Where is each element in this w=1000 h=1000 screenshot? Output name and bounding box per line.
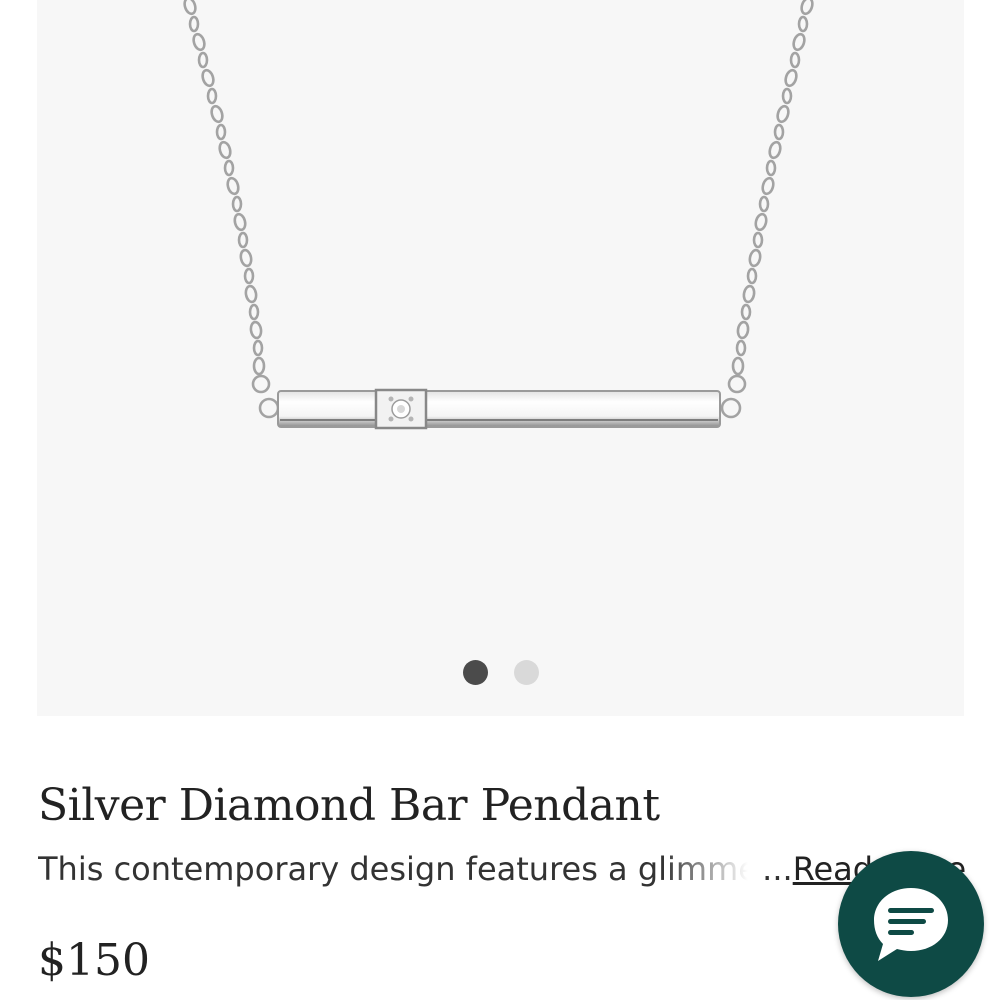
carousel-dot-2[interactable] [513, 660, 539, 685]
product-price: $150 [38, 935, 150, 986]
description-ellipsis: ... [762, 850, 793, 888]
product-image-gallery[interactable] [37, 0, 964, 716]
description-text: This contemporary design features a glim… [38, 850, 748, 888]
product-title: Silver Diamond Bar Pendant [38, 780, 660, 831]
carousel-dots [37, 660, 964, 685]
product-page: Silver Diamond Bar Pendant This contempo… [0, 0, 1000, 1000]
carousel-dot-1[interactable] [462, 660, 488, 685]
product-description: This contemporary design features a glim… [38, 850, 968, 888]
pendant-necklace-image [183, 0, 814, 430]
chat-bubble-icon [874, 888, 948, 961]
chat-button[interactable] [838, 851, 984, 997]
